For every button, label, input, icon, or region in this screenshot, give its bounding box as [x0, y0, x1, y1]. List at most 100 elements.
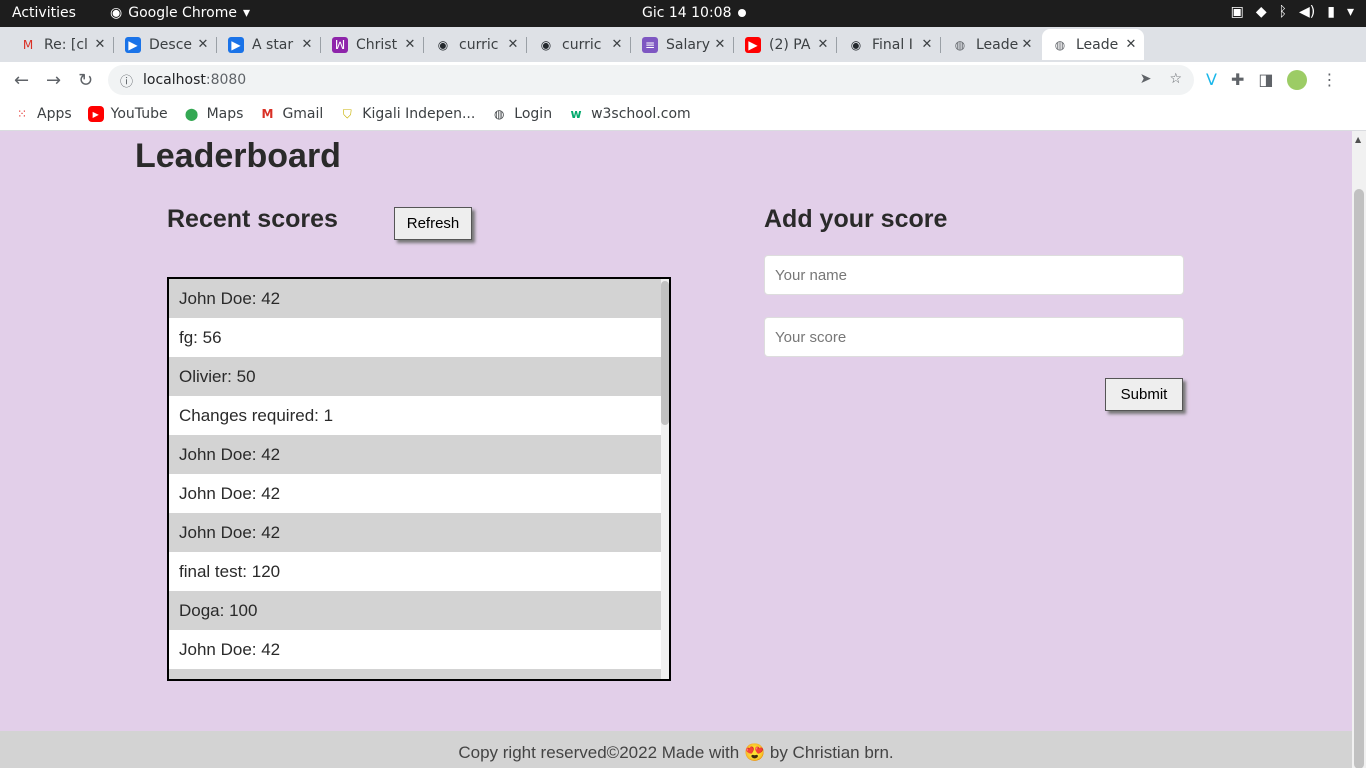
close-tab-icon[interactable]: ✕: [504, 37, 522, 52]
footer: Copy right reserved©2022 Made with 😍 by …: [0, 731, 1352, 768]
url-port: :8080: [205, 72, 247, 88]
info-icon[interactable]: ⓘ: [120, 71, 133, 90]
caret-down-icon: ▾: [242, 5, 250, 21]
close-tab-icon[interactable]: ✕: [194, 37, 212, 52]
tab-separator: [423, 37, 424, 53]
tab-7[interactable]: ≡ Salary ✕: [632, 29, 733, 60]
close-tab-icon[interactable]: ✕: [401, 37, 419, 52]
page-scrollbar[interactable]: ▲: [1352, 131, 1366, 768]
system-tray[interactable]: ▣ ◆ ᛒ ◀) ▮ ▾: [1231, 4, 1354, 20]
battery-icon: ▮: [1327, 4, 1335, 20]
name-input[interactable]: [764, 255, 1184, 295]
github-icon: ◉: [437, 37, 449, 52]
github-icon: ◉: [850, 37, 862, 52]
tab-11[interactable]: ◍ Leade ✕: [1042, 29, 1144, 60]
activities-button[interactable]: Activities: [12, 5, 76, 21]
notification-dot: [738, 9, 746, 17]
bookmark-maps[interactable]: ⬤ Maps: [184, 106, 244, 122]
globe-icon: ◍: [1054, 37, 1066, 52]
gmail-icon: M: [22, 37, 34, 52]
url-host: localhost: [143, 72, 206, 88]
tab-title: Desce: [149, 36, 192, 53]
close-tab-icon[interactable]: ✕: [91, 37, 109, 52]
page-title: Leaderboard: [135, 137, 341, 175]
reload-icon[interactable]: ↻: [78, 70, 93, 91]
chrome-icon: ◉: [110, 5, 123, 21]
tab-9[interactable]: ◉ Final I ✕: [838, 29, 940, 60]
footer-author: by Christian brn.: [765, 743, 894, 762]
tab-separator: [630, 37, 631, 53]
score-row: Changes required: 1: [169, 396, 661, 435]
globe-icon: ◍: [494, 107, 505, 121]
submit-button[interactable]: Submit: [1105, 378, 1183, 411]
bookmark-gmail[interactable]: M Gmail: [259, 106, 323, 122]
vimeo-icon[interactable]: V: [1206, 70, 1217, 90]
tab-title: curric: [459, 36, 499, 53]
scores-list[interactable]: John Doe: 42 fg: 56 Olivier: 50 Changes req…: [167, 277, 671, 681]
tab-1[interactable]: M Re: [cl ✕: [10, 29, 113, 60]
app-menu[interactable]: ◉ Google Chrome ▾: [110, 5, 250, 21]
footer-text: Copy right reserved©2022 Made with: [458, 743, 744, 762]
score-row: final test: 120: [169, 552, 661, 591]
gnome-top-bar: Activities ◉ Google Chrome ▾ Gic 14 10:0…: [0, 0, 1366, 27]
tab-3[interactable]: ▶ A star ✕: [218, 29, 320, 60]
tab-2[interactable]: ▶ Desce ✕: [115, 29, 216, 60]
bookmark-apps[interactable]: ⁙ Apps: [14, 106, 72, 122]
close-tab-icon[interactable]: ✕: [918, 37, 936, 52]
tab-title: Leade: [976, 36, 1018, 53]
address-bar[interactable]: ⓘ localhost:8080 ➤ ☆: [108, 65, 1194, 95]
sidepanel-icon[interactable]: ◨: [1258, 70, 1273, 90]
score-row: John Doe: 42: [169, 513, 661, 552]
tab-title: Salary: [666, 36, 710, 53]
maps-pin-icon: ⬤: [184, 107, 199, 121]
bookmark-kigali[interactable]: ⛉ Kigali Indepen...: [339, 106, 476, 122]
tab-title: Leade: [1076, 36, 1119, 53]
app-icon: ꟽ: [332, 36, 348, 53]
tab-separator: [836, 37, 837, 53]
score-row: Doga: 100: [169, 591, 661, 630]
extensions-area: V ✚ ◨ ⋮: [1206, 70, 1337, 90]
close-tab-icon[interactable]: ✕: [711, 37, 729, 52]
close-tab-icon[interactable]: ✕: [814, 37, 832, 52]
page-content: Leaderboard Recent scores Refresh John D…: [0, 131, 1352, 768]
youtube-icon: ▶: [87, 106, 104, 122]
tab-10[interactable]: ◍ Leade ✕: [942, 29, 1040, 60]
puzzle-icon[interactable]: ✚: [1231, 70, 1244, 90]
tab-8[interactable]: ▶ (2) PA ✕: [735, 29, 836, 60]
chevron-down-icon: ▾: [1346, 4, 1354, 20]
score-row: John Doe: 42: [169, 435, 661, 474]
page-scrollbar-thumb[interactable]: [1354, 189, 1364, 768]
tab-5[interactable]: ◉ curric ✕: [425, 29, 526, 60]
back-icon[interactable]: ←: [14, 70, 29, 91]
close-tab-icon[interactable]: ✕: [298, 37, 316, 52]
video-icon: ▶: [125, 36, 141, 53]
list-scrollbar-thumb[interactable]: [661, 281, 669, 425]
tab-separator: [216, 37, 217, 53]
tab-4[interactable]: ꟽ Christ ✕: [322, 29, 423, 60]
refresh-button[interactable]: Refresh: [394, 207, 472, 240]
list-scrollbar[interactable]: [661, 279, 669, 679]
globe-icon: ◍: [954, 37, 966, 52]
bookmark-youtube[interactable]: ▶ YouTube: [87, 106, 168, 122]
kebab-menu-icon[interactable]: ⋮: [1321, 70, 1337, 90]
score-input[interactable]: [764, 317, 1184, 357]
send-icon[interactable]: ➤: [1140, 71, 1152, 87]
bookmark-login[interactable]: ◍ Login: [491, 106, 552, 122]
add-score-heading: Add your score: [764, 205, 948, 233]
score-row: John Doe: 42: [169, 630, 661, 669]
score-row: John Doe: 42: [169, 279, 661, 318]
close-tab-icon[interactable]: ✕: [608, 37, 626, 52]
avatar[interactable]: [1287, 70, 1308, 90]
bookmark-w3school[interactable]: w w3school.com: [568, 106, 691, 122]
close-tab-icon[interactable]: ✕: [1122, 37, 1140, 52]
clock[interactable]: Gic 14 10:08: [642, 5, 732, 21]
tab-6[interactable]: ◉ curric ✕: [528, 29, 630, 60]
tab-strip: M Re: [cl ✕ ▶ Desce ✕ ▶ A star ✕ ꟽ Christ ✕ ◉ curric ✕…: [0, 27, 1366, 83]
close-tab-icon[interactable]: ✕: [1018, 37, 1036, 52]
youtube-icon: ▶: [745, 36, 761, 53]
browser-toolbar: ← → ↻ ⓘ localhost:8080 ➤ ☆ V ✚ ◨ ⋮: [0, 62, 1366, 98]
tab-title: Christ: [356, 36, 398, 53]
bookmark-star-icon[interactable]: ☆: [1169, 71, 1182, 87]
forward-icon[interactable]: →: [46, 70, 61, 91]
scroll-up-icon[interactable]: ▲: [1355, 135, 1361, 144]
